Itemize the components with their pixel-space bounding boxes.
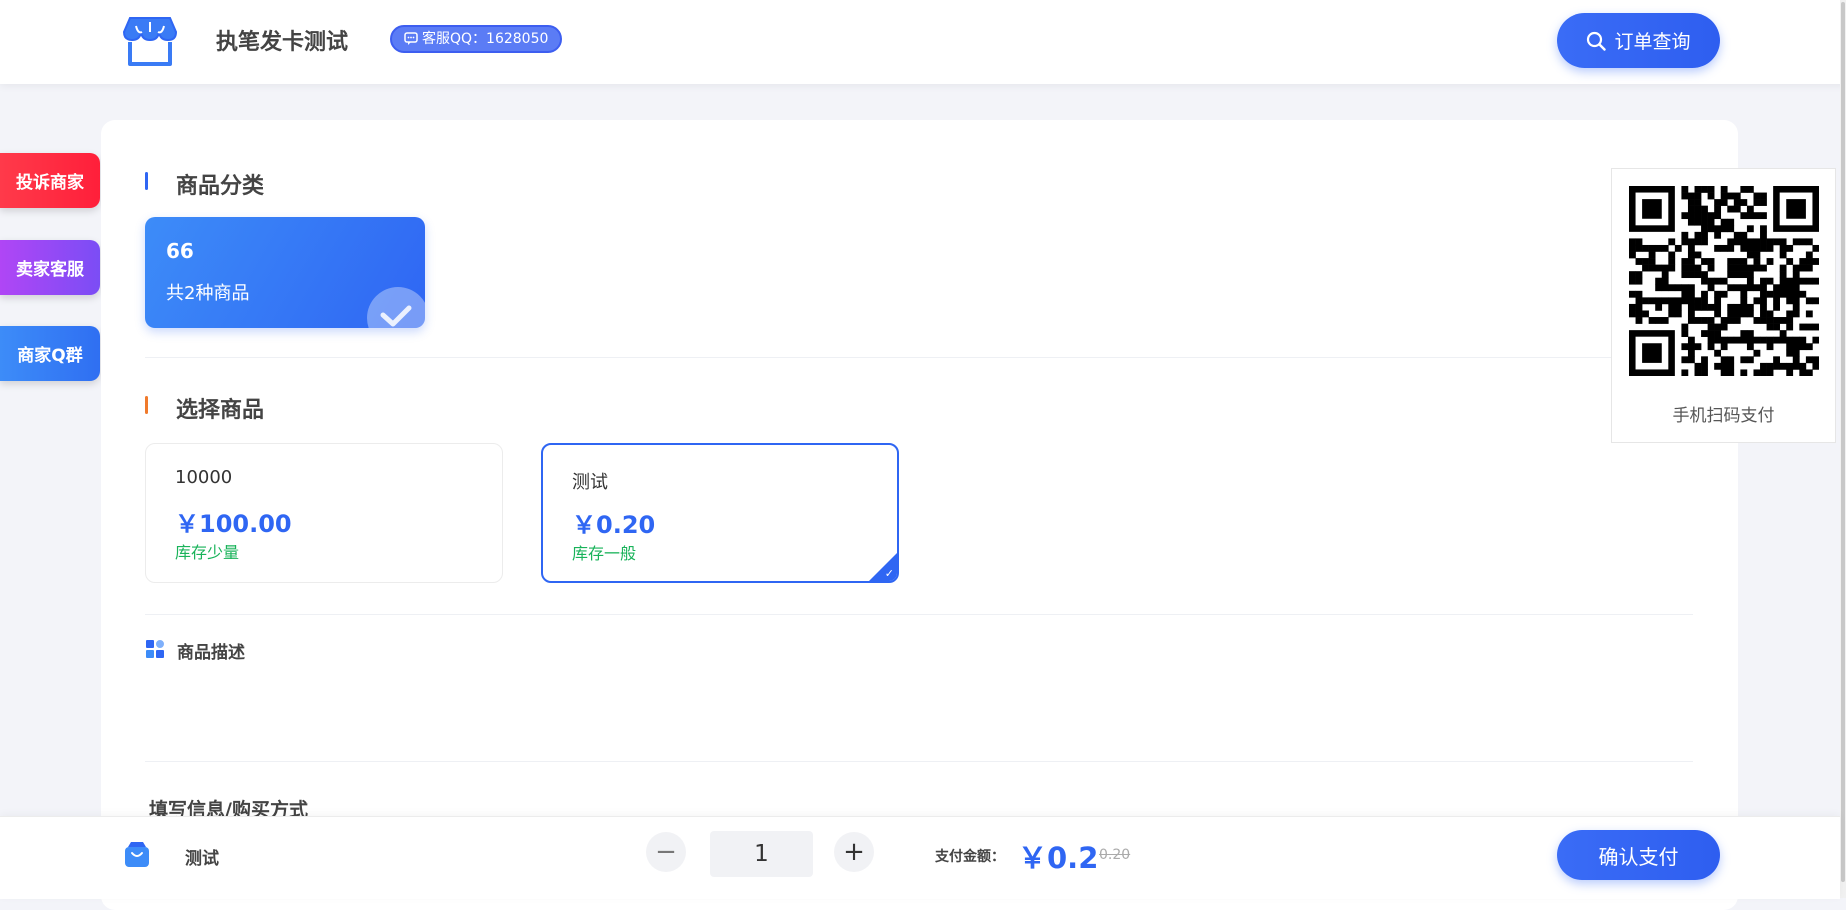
grid-icon [146, 640, 164, 658]
selected-check-icon [367, 287, 425, 328]
customer-service-qq-badge[interactable]: 客服QQ：1628050 [390, 25, 563, 53]
pay-amount-label: 支付金额： [935, 849, 1005, 865]
original-price: 0.20 [1099, 847, 1131, 863]
increase-quantity-button[interactable]: + [834, 832, 874, 872]
order-query-button[interactable]: 订单查询 [1557, 13, 1720, 68]
product-price: ￥0.20 [572, 511, 656, 539]
product-name: 测试 [572, 472, 608, 493]
divider [145, 614, 1693, 615]
product-card-test[interactable]: 测试 ￥0.20 库存一般 ✓ [541, 443, 899, 583]
category-name: 66 [166, 239, 194, 263]
scrollbar-thumb[interactable] [1841, 2, 1845, 882]
description-title: 商品描述 [177, 643, 245, 663]
qq-badge-label: 客服QQ：1628050 [422, 31, 549, 47]
top-header: 执笔发卡测试 客服QQ：1628050 订单查询 [0, 0, 1846, 84]
product-stock: 库存一般 [572, 544, 637, 563]
complain-merchant-button[interactable]: 投诉商家 [0, 153, 100, 208]
divider [145, 357, 1693, 358]
product-section-marker [145, 396, 148, 414]
product-name: 10000 [175, 467, 233, 488]
merchant-qq-group-button[interactable]: 商家Q群 [0, 326, 100, 381]
site-title: 执笔发卡测试 [216, 30, 349, 55]
chat-icon [404, 32, 418, 45]
product-stock: 库存少量 [175, 543, 240, 562]
confirm-pay-button[interactable]: 确认支付 [1557, 830, 1720, 880]
product-card-10000[interactable]: 10000 ￥100.00 库存少量 [145, 443, 503, 583]
decrease-quantity-button[interactable]: − [646, 832, 686, 872]
product-section-title: 选择商品 [176, 398, 265, 423]
product-price: ￥100.00 [175, 510, 292, 538]
selected-product-name: 测试 [185, 849, 219, 869]
category-card-66[interactable]: 66 共2种商品 [145, 217, 425, 328]
category-product-count: 共2种商品 [166, 283, 250, 304]
bottom-checkout-bar: 测试 − + 支付金额： ￥0.2 0.20 确认支付 [0, 816, 1840, 899]
search-icon [1587, 31, 1607, 51]
check-icon: ✓ [884, 567, 894, 580]
shopping-bag-icon [125, 842, 149, 867]
store-logo-icon[interactable] [122, 14, 178, 68]
category-section-title: 商品分类 [176, 174, 265, 199]
quantity-input[interactable] [710, 831, 813, 877]
order-query-label: 订单查询 [1614, 31, 1691, 53]
seller-service-button[interactable]: 卖家客服 [0, 240, 100, 295]
pay-amount: ￥0.2 [1018, 841, 1099, 875]
category-section-marker [145, 172, 148, 190]
qr-payment-panel: 手机扫码支付 [1611, 168, 1836, 443]
qr-label: 手机扫码支付 [1672, 406, 1775, 426]
qr-code-image [1629, 186, 1819, 376]
divider [145, 761, 1693, 762]
